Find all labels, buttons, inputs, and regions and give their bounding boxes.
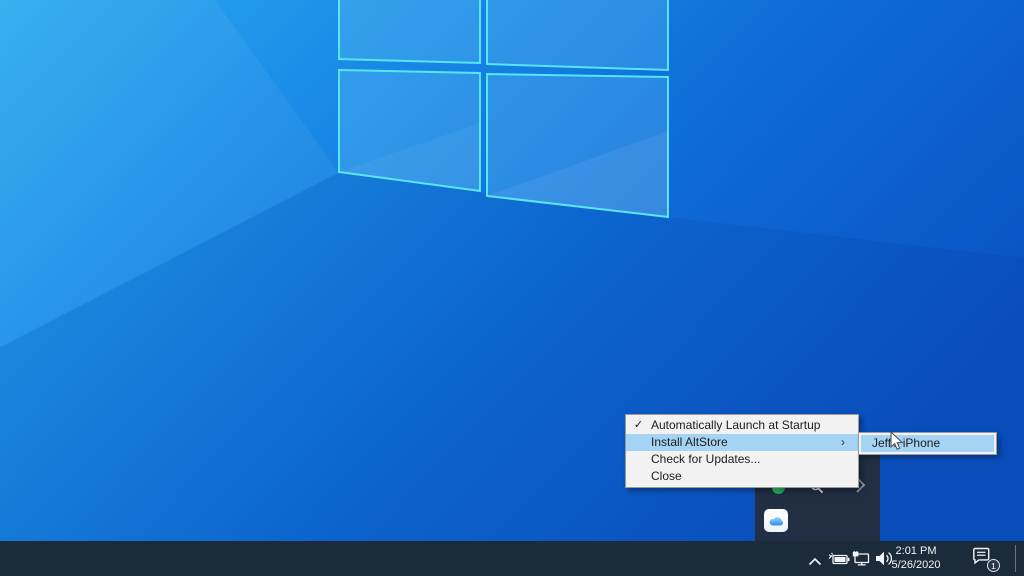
battery-charging-icon[interactable] — [828, 552, 850, 565]
submenu-arrow-icon: › — [841, 434, 858, 451]
show-desktop-divider[interactable] — [1015, 545, 1016, 572]
menu-item-check-updates[interactable]: Check for Updates... — [626, 451, 858, 468]
network-ethernet-icon[interactable] — [852, 551, 871, 566]
clock-date: 5/26/2020 — [889, 559, 943, 573]
submenu-item-device[interactable]: Jeff's iPhone — [861, 435, 994, 452]
clock-time: 2:01 PM — [889, 545, 943, 559]
mouse-cursor — [890, 431, 905, 452]
install-altstore-submenu: Jeff's iPhone — [858, 432, 997, 455]
menu-item-close[interactable]: Close — [626, 468, 858, 485]
icloud-icon[interactable] — [764, 509, 788, 532]
desktop: 2:01 PM 5/26/2020 1 ✓ Automatically Laun… — [0, 0, 1024, 576]
taskbar-clock[interactable]: 2:01 PM 5/26/2020 — [889, 545, 943, 573]
action-center-button[interactable]: 1 — [972, 547, 1000, 571]
taskbar: 2:01 PM 5/26/2020 1 — [0, 541, 1024, 576]
check-icon: ✓ — [626, 417, 651, 434]
notification-count-badge: 1 — [987, 559, 1000, 572]
menu-item-auto-launch[interactable]: ✓ Automatically Launch at Startup — [626, 417, 858, 434]
menu-item-install-altstore[interactable]: Install AltStore › — [626, 434, 858, 451]
tray-context-menu: ✓ Automatically Launch at Startup Instal… — [625, 414, 859, 488]
hidden-icons-chevron-icon[interactable] — [808, 553, 822, 562]
